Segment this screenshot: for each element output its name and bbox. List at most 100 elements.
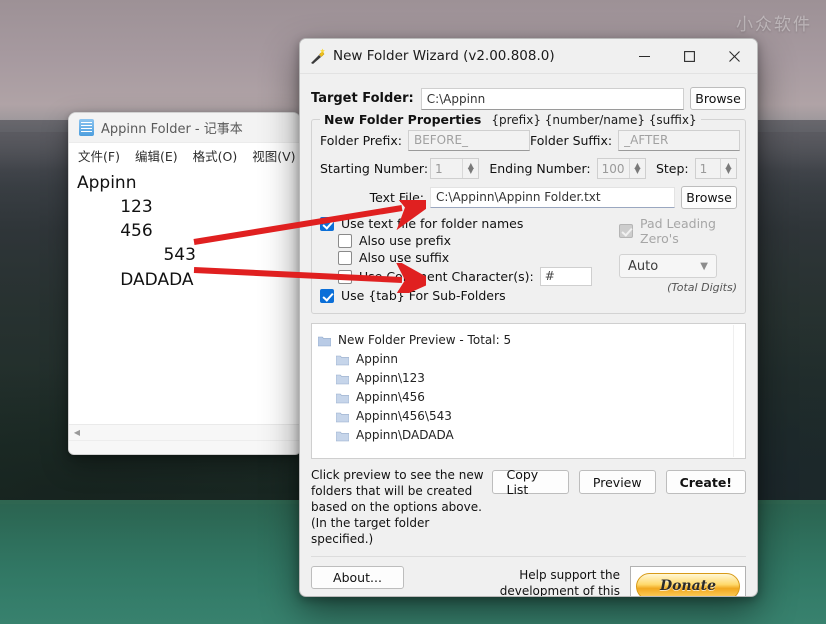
total-digits-caption: (Total Digits) xyxy=(667,281,737,294)
notepad-title: Appinn Folder - 记事本 xyxy=(101,122,243,137)
folder-icon xyxy=(335,410,350,422)
folder-prefix-input[interactable]: BEFORE_ xyxy=(407,130,530,151)
list-item[interactable]: Appinn\456 xyxy=(318,387,743,406)
padding-column: Pad Leading Zero's Auto ▼ (Total Digits) xyxy=(613,216,737,305)
starting-number-value: 1 xyxy=(435,161,443,176)
folder-suffix-label: Folder Suffix: xyxy=(529,133,613,148)
checkbox-also-use-suffix[interactable]: Also use suffix xyxy=(338,250,613,265)
action-area: Click preview to see the new folders tha… xyxy=(311,467,746,548)
ending-number-arrows-icon[interactable]: ▲ ▼ xyxy=(628,159,645,178)
checkbox-also-use-prefix[interactable]: Also use prefix xyxy=(338,233,613,248)
total-digits-select[interactable]: Auto ▼ xyxy=(619,254,717,278)
list-item-label: Appinn\DADADA xyxy=(356,427,454,442)
wizard-titlebar[interactable]: New Folder Wizard (v2.00.808.0) xyxy=(300,39,757,74)
magic-wand-icon xyxy=(309,47,327,65)
menu-file[interactable]: 文件(F) xyxy=(78,146,120,165)
create-button[interactable]: Create! xyxy=(665,470,746,494)
ending-number-stepper[interactable]: 100 ▲ ▼ xyxy=(596,158,646,179)
folder-preview-list[interactable]: New Folder Preview - Total: 5 Appinn App… xyxy=(311,323,746,459)
text-file-label: Text File: xyxy=(369,190,424,205)
list-item-label: Appinn xyxy=(356,351,398,366)
text-file-row: Text File: C:\Appinn\Appinn Folder.txt B… xyxy=(320,186,737,209)
notepad-text-area[interactable]: Appinn 123 456 543 DADADA xyxy=(69,167,300,420)
notepad-window[interactable]: Appinn Folder - 记事本 文件(F) 编辑(E) 格式(O) 视图… xyxy=(68,112,301,455)
preview-hint-text: Click preview to see the new folders tha… xyxy=(311,468,484,546)
checkbox-also-use-suffix-box[interactable] xyxy=(338,250,352,265)
list-item[interactable]: Appinn xyxy=(318,349,743,368)
step-arrows-icon[interactable]: ▲ ▼ xyxy=(720,159,736,178)
notepad-horizontal-scrollbar[interactable]: ◀ xyxy=(69,424,300,440)
starting-number-label: Starting Number: xyxy=(320,161,429,176)
checkbox-use-text-file-box[interactable] xyxy=(320,216,334,231)
target-folder-input[interactable]: C:\Appinn xyxy=(420,87,684,110)
step-label: Step: xyxy=(655,161,689,176)
list-item[interactable]: Appinn\456\543 xyxy=(318,406,743,425)
list-item-label: Appinn\123 xyxy=(356,370,425,385)
starting-number-stepper[interactable]: 1 ▲ ▼ xyxy=(430,158,480,179)
about-button[interactable]: About... xyxy=(311,565,404,589)
action-buttons: Copy List Preview Create! xyxy=(492,467,746,497)
notepad-titlebar: Appinn Folder - 记事本 xyxy=(69,113,300,143)
checkbox-pad-leading-zeros: Pad Leading Zero's xyxy=(619,216,737,246)
copy-list-button[interactable]: Copy List xyxy=(492,467,569,497)
donate-description: Help support the development of this app… xyxy=(499,567,620,597)
list-item[interactable]: Appinn\DADADA xyxy=(318,425,743,444)
close-button[interactable] xyxy=(712,39,757,74)
chevron-down-icon: ▼ xyxy=(700,260,708,272)
starting-number-arrows-icon[interactable]: ▲ ▼ xyxy=(462,159,479,178)
comment-character-input[interactable]: # xyxy=(539,267,592,286)
target-folder-row: Target Folder: C:\Appinn Browse xyxy=(311,87,746,110)
options-block: Use text file for folder names Also use … xyxy=(320,216,737,305)
new-folder-wizard-window[interactable]: New Folder Wizard (v2.00.808.0) Target F… xyxy=(299,38,758,597)
minimize-button[interactable] xyxy=(622,39,667,74)
preview-button[interactable]: Preview xyxy=(578,470,656,494)
checkbox-use-comment-character[interactable]: Use Comment Character(s): # xyxy=(338,267,613,286)
watermark-text: 小众软件 xyxy=(736,15,812,35)
folder-icon xyxy=(335,353,350,365)
browse-target-button[interactable]: Browse xyxy=(690,87,746,110)
list-item-label: Appinn\456 xyxy=(356,389,425,404)
preview-scrollbar[interactable] xyxy=(733,325,744,457)
folder-icon xyxy=(335,372,350,384)
checkbox-pad-leading-zeros-label: Pad Leading Zero's xyxy=(640,216,716,246)
target-folder-label: Target Folder: xyxy=(311,91,414,106)
donate-button[interactable]: Donate xyxy=(636,572,740,596)
folder-suffix-input[interactable]: _AFTER xyxy=(618,130,741,151)
scroll-left-icon[interactable]: ◀ xyxy=(69,425,85,441)
checkbox-use-comment-character-box[interactable] xyxy=(338,269,352,284)
list-item-label: Appinn\456\543 xyxy=(356,408,452,423)
checkbox-also-use-prefix-box[interactable] xyxy=(338,233,352,248)
checkbox-also-use-suffix-label: Also use suffix xyxy=(359,250,450,265)
checkbox-use-tab-subfolders-box[interactable] xyxy=(320,288,334,303)
ending-number-label: Ending Number: xyxy=(489,161,591,176)
window-controls[interactable] xyxy=(622,39,757,74)
numbers-row: Starting Number: 1 ▲ ▼ Ending Number: 100… xyxy=(320,158,737,179)
menu-edit[interactable]: 编辑(E) xyxy=(135,146,178,165)
maximize-button[interactable] xyxy=(667,39,712,74)
wizard-footer: About... Exit Help support the developme… xyxy=(311,555,746,597)
menu-format[interactable]: 格式(O) xyxy=(193,146,238,165)
notepad-icon xyxy=(79,119,94,136)
folder-icon xyxy=(335,391,350,403)
properties-legend: New Folder Properties {prefix} {number/na… xyxy=(320,112,701,127)
properties-legend-text: New Folder Properties xyxy=(324,112,482,127)
notepad-menubar[interactable]: 文件(F) 编辑(E) 格式(O) 视图(V) 帮 xyxy=(69,143,300,167)
menu-view[interactable]: 视图(V) xyxy=(252,146,295,165)
checkbox-use-tab-subfolders[interactable]: Use {tab} For Sub-Folders xyxy=(320,288,613,303)
folder-icon xyxy=(335,429,350,441)
prefix-suffix-row: Folder Prefix: BEFORE_ Folder Suffix: _A… xyxy=(320,130,741,151)
preview-header-text: New Folder Preview - Total: 5 xyxy=(338,332,512,347)
donate-panel[interactable]: Donate CARD VISA CARD AMEX BANK xyxy=(630,565,746,596)
wizard-title: New Folder Wizard (v2.00.808.0) xyxy=(333,48,555,64)
text-file-input[interactable]: C:\Appinn\Appinn Folder.txt xyxy=(430,187,675,208)
notepad-statusbar xyxy=(69,440,300,454)
browse-text-file-button[interactable]: Browse xyxy=(681,186,737,209)
footer-buttons: About... Exit xyxy=(311,565,404,596)
checkbox-use-text-file[interactable]: Use text file for folder names xyxy=(320,216,613,231)
step-stepper[interactable]: 1 ▲ ▼ xyxy=(694,158,737,179)
checkbox-use-tab-subfolders-label: Use {tab} For Sub-Folders xyxy=(341,288,506,303)
new-folder-properties-group: New Folder Properties {prefix} {number/na… xyxy=(311,112,746,314)
list-item[interactable]: Appinn\123 xyxy=(318,368,743,387)
preview-header-row: New Folder Preview - Total: 5 xyxy=(317,330,743,349)
folder-prefix-label: Folder Prefix: xyxy=(320,133,402,148)
